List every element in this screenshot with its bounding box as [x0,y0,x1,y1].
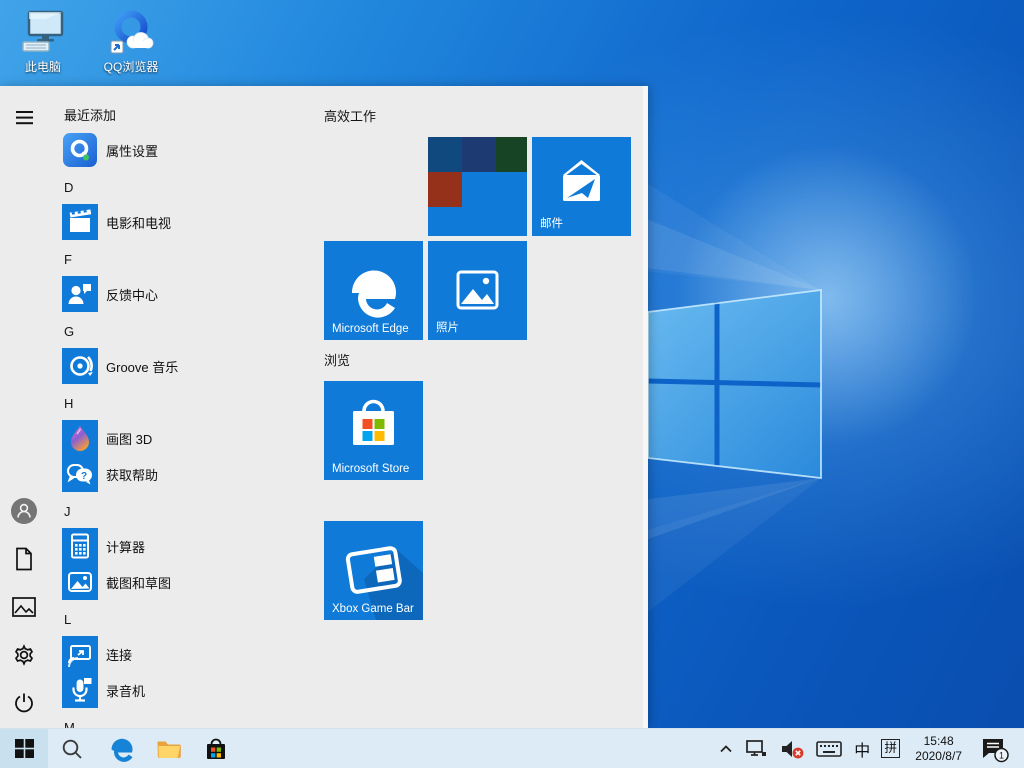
svg-text:1: 1 [999,750,1004,760]
calculator-icon [62,528,98,564]
app-list-item[interactable]: 计算器 [62,528,322,564]
start-button[interactable] [0,729,48,768]
groove-music-icon [62,348,98,384]
tile-photos[interactable]: 照片 [428,241,527,340]
rail-button-user[interactable] [0,487,48,535]
voice-recorder-icon [62,672,98,708]
start-menu: 最近添加 属性设置 D 电影和电视 F 反馈中心 G Groove 音乐 H 画图 3D… [0,86,648,728]
app-list-header[interactable]: G [64,325,322,339]
clock-date: 2020/8/7 [915,749,962,764]
tile-microsoft-store[interactable]: Microsoft Store [324,381,423,480]
hidden-icons-chevron[interactable] [714,729,738,768]
avatar-icon [10,497,38,525]
app-list-header[interactable]: L [64,613,322,627]
rail-button-menu[interactable] [0,94,48,142]
start-menu-app-list: 最近添加 属性设置 D 电影和电视 F 反馈中心 G Groove 音乐 H 画图 3D… [48,86,322,728]
desktop-icon-area: 此电脑 QQ浏览器 [8,6,166,75]
app-list-item[interactable]: 电影和电视 [62,204,322,240]
screen: 此电脑 QQ浏览器 最近添加 属性设置 D [0,0,1024,768]
rail-button-settings[interactable] [0,631,48,679]
app-list-header[interactable]: J [64,505,322,519]
tile-live-mosaic[interactable] [428,137,527,236]
pictures-icon [12,597,36,617]
rail-button-pictures[interactable] [0,583,48,631]
edge-taskbar-button[interactable] [96,729,144,768]
app-list-header[interactable]: H [64,397,322,411]
mosaic-square [428,137,462,172]
ime-language-indicator[interactable]: 中 [850,737,874,761]
app-item-label: 电影和电视 [106,213,171,232]
qq-browser-icon [106,6,156,56]
app-list-header[interactable]: D [64,181,322,195]
touch-keyboard-icon[interactable] [812,729,846,768]
tile-group-header[interactable]: 高效工作 [324,110,376,124]
svg-text:?: ? [81,471,87,482]
app-list-header[interactable]: M [64,721,322,728]
desktop-icon-label: QQ浏览器 [104,58,159,75]
volume-muted-icon[interactable] [776,729,808,768]
mosaic-square [462,137,496,172]
start-menu-rail [0,86,48,728]
app-list-item[interactable]: 截图和草图 [62,564,322,600]
get-help-icon: ? [62,456,98,492]
app-item-label: 反馈中心 [106,285,158,304]
feedback-hub-icon [62,276,98,312]
app-item-label: 画图 3D [106,429,152,448]
tile-label: Xbox Game Bar [332,603,414,615]
app-item-label: 连接 [106,645,132,664]
tile-label: 邮件 [540,215,563,231]
taskbar: 中 拼 15:48 2020/8/7 1 [0,728,1024,768]
app-list-header[interactable]: F [64,253,322,267]
network-icon[interactable] [742,729,772,768]
gear-icon [12,643,36,667]
connect-icon [62,636,98,672]
taskbar-clock[interactable]: 15:48 2020/8/7 [907,734,970,764]
qq-app-icon [62,132,98,168]
mosaic-square [428,172,462,207]
app-list-item[interactable]: 反馈中心 [62,276,322,312]
paint-3d-icon [62,420,98,456]
app-list-item[interactable]: Groove 音乐 [62,348,322,384]
tile-label: 照片 [436,319,459,335]
tile-group-header[interactable]: 浏览 [324,354,350,368]
app-list-item[interactable]: 属性设置 [62,132,322,168]
hamburger-icon [16,111,33,125]
app-list-item[interactable]: 录音机 [62,672,322,708]
power-icon [12,691,36,715]
app-list-item[interactable]: ? 获取帮助 [62,456,322,492]
desktop-icon-this-pc[interactable]: 此电脑 [8,6,78,75]
action-center-button[interactable]: 1 [974,729,1014,768]
tile-label: Microsoft Edge [332,323,409,335]
app-item-label: 属性设置 [106,141,158,160]
desktop-icon-label: 此电脑 [25,58,61,75]
rail-button-documents[interactable] [0,535,48,583]
tile-microsoft-edge[interactable]: Microsoft Edge [324,241,423,340]
app-list-header[interactable]: 最近添加 [64,109,322,123]
tile-label: Microsoft Store [332,463,409,475]
ime-pinyin-indicator[interactable]: 拼 [881,739,900,758]
app-item-label: Groove 音乐 [106,357,178,376]
app-list-item[interactable]: 画图 3D [62,420,322,456]
system-tray: 中 拼 15:48 2020/8/7 1 [714,729,1024,768]
file-explorer-button[interactable] [144,729,192,768]
desktop-icon-qq-browser[interactable]: QQ浏览器 [96,6,166,75]
app-item-label: 获取帮助 [106,465,158,484]
movies-tv-icon [62,204,98,240]
store-taskbar-button[interactable] [192,729,240,768]
search-button[interactable] [48,729,96,768]
app-item-label: 计算器 [106,537,145,556]
tile-mail[interactable]: 邮件 [532,137,631,236]
mosaic-square [496,137,527,172]
app-list-item[interactable]: 连接 [62,636,322,672]
app-item-label: 截图和草图 [106,573,171,592]
rail-button-power[interactable] [0,679,48,727]
app-item-label: 录音机 [106,681,145,700]
tile-xbox-game-bar[interactable]: Xbox Game Bar [324,521,423,620]
clock-time: 15:48 [924,734,954,749]
snip-sketch-icon [62,564,98,600]
start-menu-scrollbar[interactable] [643,86,648,728]
document-icon [13,547,35,571]
this-pc-icon [18,6,68,56]
